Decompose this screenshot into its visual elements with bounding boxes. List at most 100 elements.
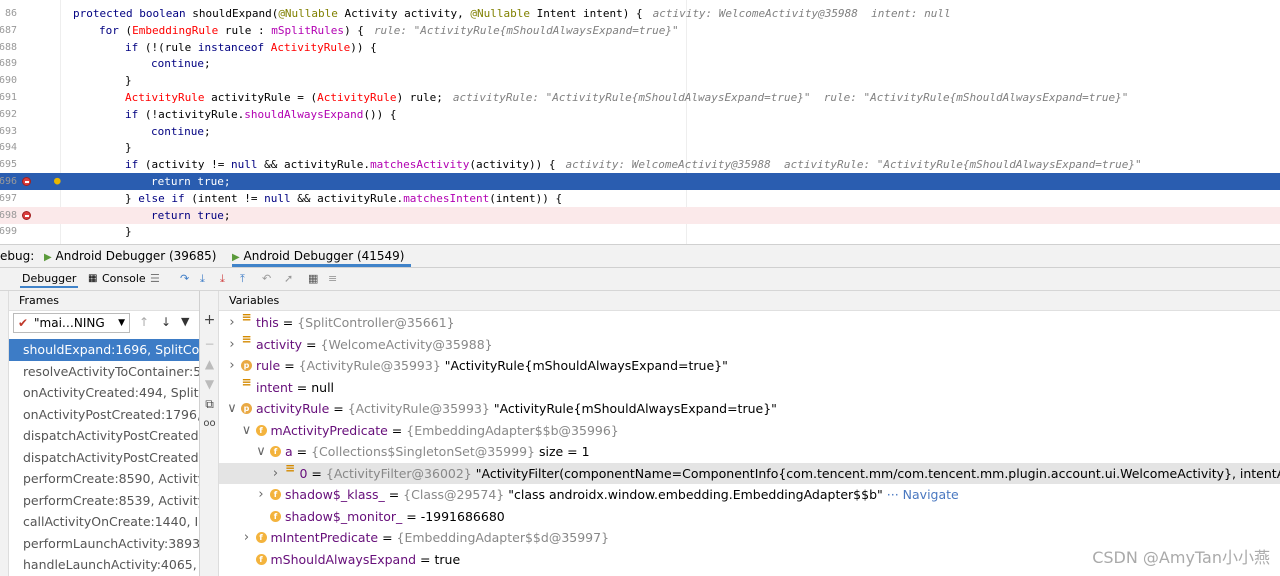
code-line[interactable]: 688 if (!(rule instanceof ActivityRule)) … [0, 39, 1280, 56]
tab-console[interactable]: Console [102, 270, 146, 288]
code-line[interactable]: 690} [0, 72, 1280, 89]
step-over-icon[interactable]: ↷ [180, 270, 189, 288]
frame-item[interactable]: dispatchActivityPostCreated:39 [9, 425, 199, 447]
move-down-icon[interactable]: ▼ [203, 377, 216, 391]
inline-debug-hint: rule: "ActivityRule{mShouldAlwaysExpand=… [373, 23, 679, 37]
frame-item[interactable]: onActivityCreated:494, SplitCon [9, 382, 199, 404]
variable-row[interactable]: › ≡ activity = {WelcomeActivity@35988} [219, 333, 1280, 356]
variable-row[interactable]: f shadow$_monitor_ = -1991686680 [219, 506, 1280, 528]
code-line[interactable]: 696 ● return true; [0, 173, 1280, 190]
collapse-icon[interactable]: ∨ [242, 420, 252, 442]
navigate-link[interactable]: ··· Navigate [887, 487, 959, 502]
code-token: rule : [218, 23, 272, 37]
code-token: @Nullable [470, 7, 530, 20]
expand-icon[interactable]: › [227, 334, 237, 356]
expand-icon[interactable]: › [242, 527, 252, 549]
frame-item[interactable]: shouldExpand:1696, SplitController [9, 339, 199, 361]
code-line[interactable]: 695 if (activity != null && activityRule.… [0, 156, 1280, 173]
expand-icon[interactable]: › [271, 463, 281, 485]
menu-icon[interactable]: ☰ [150, 270, 160, 288]
variable-text: shadow$_klass_ = {Class@29574} "class an… [285, 484, 959, 506]
step-into-icon[interactable]: ⤓ [200, 270, 205, 288]
variable-row[interactable]: ∨ p activityRule = {ActivityRule@35993} "A… [219, 398, 1280, 420]
variable-row[interactable]: ∨ f a = {Collections$SingletonSet@35999} s… [219, 441, 1280, 463]
code-line[interactable]: 698 return true; [0, 206, 1280, 224]
code-line[interactable]: 689 continue; [0, 55, 1280, 72]
code-line[interactable]: 692 if (!activityRule.shouldAlwaysExpand(… [0, 106, 1280, 123]
code-line[interactable]: 694} [0, 139, 1280, 156]
code-line[interactable]: 687 for (EmbeddingRule rule : mSplitRules… [0, 22, 1280, 39]
line-number: 692 [0, 108, 17, 120]
variable-text: mShouldAlwaysExpand = true [271, 549, 461, 571]
arrow-up-icon[interactable]: ↑ [139, 315, 149, 329]
code-line[interactable]: 693 continue; [0, 123, 1280, 140]
variable-row[interactable]: ∨ f mActivityPredicate = {EmbeddingAdapter… [219, 420, 1280, 442]
code-line[interactable]: 86 protected boolean shouldExpand(@Nullab… [0, 5, 1280, 22]
android-debug-icon: ▶ [232, 252, 240, 263]
code-text: if (!(rule instanceof ActivityRule)) { [125, 39, 377, 56]
trace-icon[interactable]: ≡ [328, 270, 337, 288]
tab-debugger-39685[interactable]: ▶ Android Debugger (39685) [44, 245, 217, 267]
code-line[interactable]: 699} [0, 223, 1280, 240]
move-up-icon[interactable]: ▲ [203, 357, 216, 371]
add-watch-icon[interactable]: + [203, 313, 216, 327]
filter-icon[interactable]: ▼ [181, 315, 189, 328]
code-text: return true; [151, 207, 230, 224]
variable-row[interactable]: › p rule = {ActivityRule@35993} "ActivityR… [219, 355, 1280, 377]
variable-name: this [256, 315, 279, 330]
variable-name: shadow$_klass_ [285, 487, 385, 502]
expand-icon[interactable]: › [256, 484, 266, 506]
force-step-into-icon[interactable]: ⤓ [220, 270, 225, 288]
arrow-down-icon[interactable]: ↓ [161, 315, 171, 329]
step-out-icon[interactable]: ⤒ [240, 270, 245, 288]
run-to-cursor-icon[interactable]: ➚ [284, 270, 293, 288]
collapse-icon[interactable]: ∨ [227, 398, 237, 420]
breakpoint-icon[interactable] [22, 210, 31, 220]
line-number: 691 [0, 92, 17, 103]
variable-row[interactable]: › ≡ this = {SplitController@35661} [219, 311, 1280, 334]
field-icon: f [270, 510, 281, 522]
expand-icon[interactable]: › [227, 355, 237, 377]
code-token: mSplitRules [271, 23, 345, 37]
variable-row[interactable]: ≡ intent = null [219, 376, 1280, 399]
variable-name: a [285, 444, 293, 459]
remove-icon[interactable]: − [203, 337, 216, 351]
code-token: ()) { [363, 107, 397, 121]
drop-frame-icon[interactable]: ↶ [262, 270, 271, 288]
frame-item[interactable]: dispatchActivityPostCreated:14 [9, 447, 199, 469]
variable-row[interactable]: › ≡ 0 = {ActivityFilter@36002} "ActivityFi… [219, 462, 1280, 485]
variable-ref: {WelcomeActivity@35988} [320, 336, 493, 352]
collapse-icon[interactable]: ∨ [256, 441, 266, 463]
thread-select[interactable]: ✔ "mai…NING ▼ [13, 313, 130, 333]
lightbulb-icon[interactable]: ● [54, 175, 63, 186]
variable-ref: {EmbeddingAdapter$$d@35997} [396, 530, 610, 545]
frames-panel: Frames ✔ "mai…NING ▼ ↑ ↓ ▼ shouldExpand:… [9, 291, 200, 576]
frame-item[interactable]: callActivityOnCreate:1440, Instru [9, 511, 199, 533]
variable-name: rule [256, 358, 281, 373]
code-line[interactable]: 691 ActivityRule activityRule = (Activity… [0, 89, 1280, 106]
frame-item[interactable]: resolveActivityToContainer:559, [9, 361, 199, 383]
breakpoint-icon[interactable] [22, 177, 31, 186]
tab-debugger-41549[interactable]: ▶ Android Debugger (41549) [232, 245, 411, 267]
code-token: true [197, 175, 224, 188]
code-line[interactable]: 697} else if (intent != null && activity… [0, 190, 1280, 207]
frame-item[interactable]: handleLaunchActivity:4065, Acti [9, 554, 199, 576]
copy-icon[interactable]: ⧉ [203, 397, 216, 411]
field-icon: f [255, 553, 267, 565]
line-number: 695 [0, 159, 17, 171]
glasses-icon[interactable]: oo [203, 417, 216, 431]
line-number: 697 [0, 192, 17, 204]
frame-item[interactable]: performLaunchActivity:3893, Ac [9, 533, 199, 555]
code-editor[interactable]: 86 protected boolean shouldExpand(@Nullab… [0, 0, 1280, 244]
frame-item[interactable]: performCreate:8539, Activity (an [9, 490, 199, 512]
frame-item[interactable]: onActivityPostCreated:1796, Sp [9, 404, 199, 426]
variable-row[interactable]: › f shadow$_klass_ = {Class@29574} "class … [219, 484, 1280, 506]
line-number: 699 [0, 226, 17, 238]
code-text: continue; [151, 55, 211, 72]
expand-icon[interactable]: › [227, 312, 237, 334]
variable-value: size = 1 [538, 444, 590, 459]
evaluate-icon[interactable]: ▦ [308, 270, 318, 288]
debug-tool-window-bar: ebug: ▶ Android Debugger (39685) ▶ Andro… [0, 244, 1280, 268]
frame-item[interactable]: performCreate:8590, Activity (an [9, 468, 199, 490]
tab-debugger[interactable]: Debugger [20, 270, 79, 288]
